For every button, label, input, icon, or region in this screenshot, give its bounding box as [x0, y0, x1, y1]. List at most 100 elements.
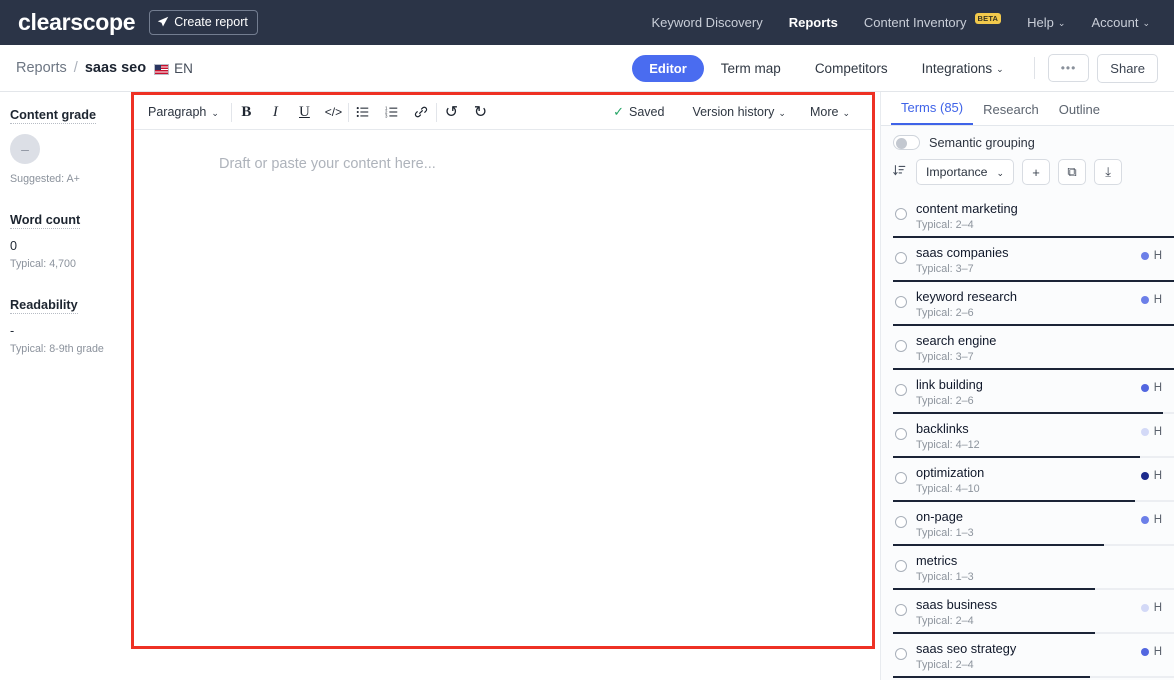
tab-label: Term map — [720, 60, 781, 76]
beta-badge: BETA — [974, 13, 1002, 24]
version-history-label: Version history — [692, 105, 775, 119]
tab-editor[interactable]: Editor — [632, 54, 704, 82]
term-checkbox[interactable] — [895, 603, 907, 616]
stat-title: Content grade — [10, 108, 96, 124]
copy-terms-button[interactable]: ⧉ — [1058, 159, 1087, 185]
tab-outline[interactable]: Outline — [1049, 102, 1110, 125]
editor-content-area[interactable]: Draft or paste your content here... — [134, 130, 872, 172]
clearscope-logo[interactable]: clearscope — [18, 9, 136, 36]
term-name: saas companies — [916, 244, 1009, 260]
tab-integrations[interactable]: Integrations ⌄ — [905, 61, 1021, 76]
term-checkbox[interactable] — [895, 208, 907, 220]
more-menu-button[interactable]: More ⌄ — [798, 105, 862, 119]
nav-reports[interactable]: Reports — [789, 15, 838, 30]
term-checkbox[interactable] — [895, 427, 907, 440]
italic-button[interactable]: I — [261, 99, 290, 125]
term-checkbox[interactable] — [895, 383, 907, 396]
tab-research[interactable]: Research — [973, 102, 1049, 125]
tab-terms[interactable]: Terms (85) — [891, 100, 974, 125]
term-name: saas business — [916, 596, 998, 612]
text-format-group: B I U </> — [232, 99, 348, 125]
term-row[interactable]: saas business Typical: 2–4 H — [881, 589, 1174, 634]
heading-dot-icon — [1140, 295, 1149, 304]
chevron-down-icon: ⌄ — [842, 107, 850, 118]
sort-descending-icon[interactable] — [893, 164, 908, 180]
term-typical-range: Typical: 4–12 — [916, 438, 980, 451]
term-row[interactable]: backlinks Typical: 4–12 H — [881, 413, 1174, 458]
term-typical-range: Typical: 3–7 — [916, 350, 974, 363]
us-flag-icon — [154, 63, 170, 75]
breadcrumb-current-report: saas seo — [84, 60, 147, 76]
term-name: optimization — [916, 464, 985, 480]
bold-button[interactable]: B — [232, 99, 261, 125]
heading-letter: H — [1153, 249, 1162, 262]
term-heading-indicator: H — [1140, 289, 1162, 306]
chevron-down-icon: ⌄ — [1057, 18, 1066, 28]
nav-label: Account — [1091, 15, 1139, 30]
terms-list: content marketing Typical: 2–4 saas compan… — [881, 194, 1174, 680]
share-button[interactable]: Share — [1097, 53, 1158, 83]
term-row[interactable]: metrics Typical: 1–3 — [881, 545, 1174, 590]
term-typical-range: Typical: 4–10 — [916, 482, 980, 495]
term-usage-bar — [893, 675, 1090, 678]
add-term-button[interactable]: + — [1022, 159, 1051, 185]
term-checkbox[interactable] — [895, 339, 907, 352]
sort-select[interactable]: Importance ⌄ — [916, 159, 1015, 185]
heading-dot-icon — [1140, 603, 1149, 612]
term-row[interactable]: keyword research Typical: 2–6 H — [881, 281, 1174, 326]
term-checkbox[interactable] — [895, 559, 907, 572]
terms-panel-tabs: Terms (85) Research Outline — [881, 92, 1174, 126]
term-row[interactable]: on-page Typical: 1–3 H — [881, 501, 1174, 546]
nav-label: Keyword Discovery — [651, 15, 763, 30]
heading-letter: H — [1153, 601, 1162, 614]
stat-value: 0 — [10, 239, 18, 253]
more-options-button[interactable]: ••• — [1047, 54, 1090, 82]
term-checkbox[interactable] — [895, 515, 907, 528]
editor-toolbar: Paragraph ⌄ B I U </> 123 ↺ ↻ ✓ Saved Ve… — [134, 95, 872, 130]
tab-term-map[interactable]: Term map — [704, 61, 798, 76]
numbered-list-icon[interactable]: 123 — [378, 99, 407, 125]
download-terms-button[interactable]: ⤓ — [1094, 159, 1123, 185]
term-row[interactable]: content marketing Typical: 2–4 — [881, 194, 1174, 238]
breadcrumb-reports[interactable]: Reports — [16, 60, 67, 76]
term-row[interactable]: link building Typical: 2–6 H — [881, 369, 1174, 414]
term-row[interactable]: optimization Typical: 4–10 H — [881, 457, 1174, 502]
heading-letter: H — [1153, 469, 1162, 482]
term-text: on-page Typical: 1–3 — [916, 509, 1141, 539]
term-checkbox[interactable] — [895, 295, 907, 308]
term-name: saas seo strategy — [916, 640, 1017, 656]
stat-subtext: Suggested: A+ — [10, 173, 80, 185]
nav-help[interactable]: Help ⌄ — [1027, 15, 1065, 30]
language-label: EN — [174, 60, 193, 76]
breadcrumb-separator: / — [73, 60, 78, 76]
underline-button[interactable]: U — [290, 99, 319, 125]
version-history-button[interactable]: Version history ⌄ — [680, 105, 798, 119]
heading-letter: H — [1153, 513, 1162, 526]
nav-keyword-discovery[interactable]: Keyword Discovery — [651, 15, 762, 30]
bullet-list-icon[interactable] — [349, 99, 378, 125]
create-report-button[interactable]: Create report — [149, 10, 258, 35]
nav-account[interactable]: Account ⌄ — [1091, 15, 1150, 30]
term-row[interactable]: search engine Typical: 3–7 — [881, 325, 1174, 370]
term-text: optimization Typical: 4–10 — [916, 465, 1141, 495]
heading-letter: H — [1153, 425, 1162, 438]
term-row[interactable]: saas seo strategy Typical: 2–4 H — [881, 633, 1174, 678]
semantic-grouping-toggle[interactable] — [893, 135, 920, 150]
term-checkbox[interactable] — [895, 647, 907, 660]
term-name: content marketing — [916, 201, 1018, 216]
heading-letter: H — [1153, 381, 1162, 394]
term-checkbox[interactable] — [895, 471, 907, 484]
check-icon: ✓ — [613, 104, 624, 119]
redo-icon[interactable]: ↻ — [466, 99, 495, 125]
term-usage-track — [893, 675, 1174, 678]
link-icon[interactable] — [407, 99, 436, 125]
tab-competitors[interactable]: Competitors — [798, 61, 905, 76]
nav-content-inventory[interactable]: Content Inventory BETA — [864, 13, 1002, 30]
undo-icon[interactable]: ↺ — [437, 99, 466, 125]
term-checkbox[interactable] — [895, 251, 907, 264]
sort-value: Importance — [926, 165, 988, 179]
paragraph-style-select[interactable]: Paragraph ⌄ — [144, 105, 231, 119]
term-typical-range: Typical: 2–4 — [916, 658, 974, 671]
term-row[interactable]: saas companies Typical: 3–7 H — [881, 237, 1174, 282]
code-button[interactable]: </> — [319, 99, 348, 125]
